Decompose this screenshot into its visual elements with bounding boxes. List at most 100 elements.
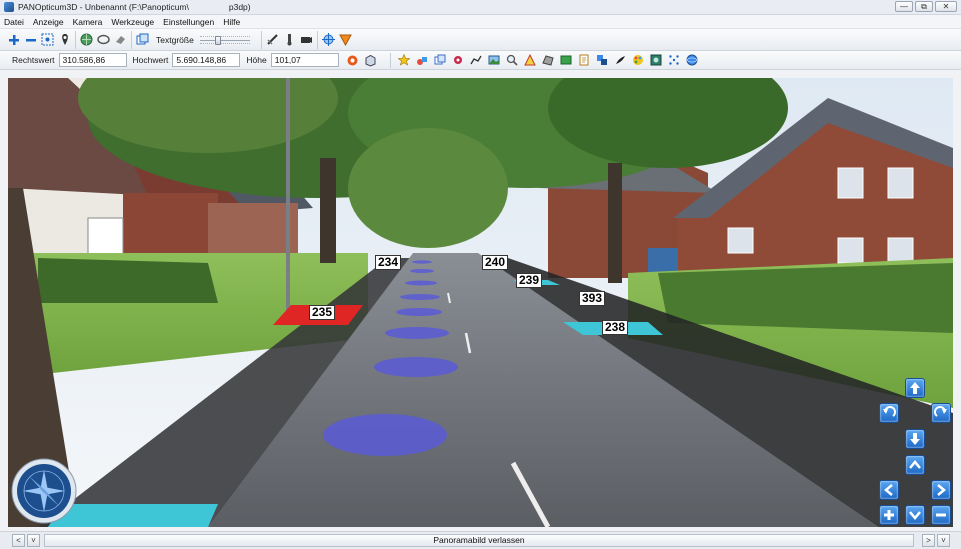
chevron-up-icon <box>909 460 921 469</box>
photo-icon[interactable] <box>649 53 664 68</box>
segment-label-238[interactable]: 238 <box>602 320 629 335</box>
hoehe-field[interactable] <box>270 53 339 67</box>
search-icon[interactable] <box>505 53 520 68</box>
area-icon[interactable] <box>541 53 556 68</box>
exit-panorama-button[interactable]: Panoramabild verlassen <box>44 534 914 547</box>
split-icon[interactable] <box>595 53 610 68</box>
slider-track <box>199 39 250 41</box>
toolbar-group-view <box>75 30 131 49</box>
close-button[interactable]: ✕ <box>935 1 957 12</box>
menu-hilfe[interactable]: Hilfe <box>223 17 240 27</box>
map-pin-icon[interactable] <box>57 32 72 47</box>
text-size-label: Textgröße <box>156 34 194 45</box>
tilt-up-button[interactable] <box>905 455 925 475</box>
chevron-right-icon <box>937 484 946 496</box>
prev-dropdown-button[interactable]: ˅ <box>27 534 40 547</box>
main-toolbar: Textgröße <box>0 29 961 51</box>
shapes-icon[interactable] <box>415 53 430 68</box>
arrow-up-icon <box>910 382 920 394</box>
box-3d-icon[interactable] <box>363 53 378 68</box>
toolbar-group-text: Textgröße <box>131 30 261 49</box>
menu-anzeige[interactable]: Anzeige <box>33 17 64 27</box>
segment-label-393[interactable]: 393 <box>579 291 606 306</box>
tilt-down-button[interactable] <box>905 505 925 525</box>
move-down-button[interactable] <box>905 429 925 449</box>
app-icon <box>4 2 14 12</box>
points-icon[interactable] <box>667 53 682 68</box>
measure-icon[interactable] <box>265 32 280 47</box>
slider-ticks-bottom <box>199 42 250 45</box>
sphere-icon[interactable] <box>685 53 700 68</box>
prev-image-button[interactable]: < <box>12 534 25 547</box>
chevron-down-icon <box>909 511 921 520</box>
toolbar-group-zoom <box>3 31 75 49</box>
toolbar-group-tools <box>260 30 317 49</box>
rechtswert-label: Rechtswert <box>12 55 55 65</box>
rotate-right-button[interactable] <box>931 403 951 423</box>
menu-bar: Datei Anzeige Kamera Werkzeuge Einstellu… <box>0 15 961 29</box>
hochwert-label: Hochwert <box>132 55 169 65</box>
star-icon[interactable] <box>397 53 412 68</box>
goto-target-icon[interactable] <box>345 53 360 68</box>
eraser-icon[interactable] <box>113 32 128 47</box>
document-icon[interactable] <box>577 53 592 68</box>
chevron-left-icon <box>884 484 893 496</box>
hoehe-label: Höhe <box>246 55 267 65</box>
pan-left-button[interactable] <box>879 480 899 500</box>
segment-label-235[interactable]: 235 <box>309 305 336 320</box>
rectangle-icon[interactable] <box>559 53 574 68</box>
rotate-left-button[interactable] <box>879 403 899 423</box>
zoom-out-button[interactable] <box>931 505 951 525</box>
arrow-down-icon <box>910 433 920 445</box>
pan-right-button[interactable] <box>931 480 951 500</box>
maximize-button[interactable]: ⧉ <box>915 1 933 12</box>
pointer-icon[interactable] <box>282 32 297 47</box>
menu-kamera[interactable]: Kamera <box>73 17 103 27</box>
next-image-button[interactable]: > <box>922 534 935 547</box>
menu-datei[interactable]: Datei <box>4 17 24 27</box>
slider-ticks-top <box>199 35 250 38</box>
menu-einstellungen[interactable]: Einstellungen <box>163 17 214 27</box>
minus-icon <box>936 513 946 517</box>
palette-icon[interactable] <box>631 53 646 68</box>
move-up-button[interactable] <box>905 378 925 398</box>
slider-thumb[interactable] <box>215 35 222 45</box>
brush-icon[interactable] <box>613 53 628 68</box>
status-bar: < ˅ Panoramabild verlassen > ˅ <box>0 531 961 549</box>
rotate-icon[interactable] <box>96 32 111 47</box>
copy-icon[interactable] <box>135 32 150 47</box>
window-title-app: PANOpticum3D - Unbenannt (F:\Panopticum\ <box>18 2 189 12</box>
globe-icon[interactable] <box>79 32 94 47</box>
image-icon[interactable] <box>487 53 502 68</box>
segment-label-234[interactable]: 234 <box>375 255 402 270</box>
zoom-out-icon[interactable] <box>23 32 38 47</box>
window-title-suffix: p3dp) <box>228 2 251 12</box>
panorama-viewport[interactable]: 234 240 239 235 393 238 <box>8 78 953 527</box>
segment-label-239[interactable]: 239 <box>516 273 543 288</box>
text-size-slider[interactable] <box>199 34 250 46</box>
zoom-in-icon[interactable] <box>6 32 21 47</box>
compass-widget[interactable] <box>11 458 77 524</box>
title-bar: PANOpticum3D - Unbenannt (F:\Panopticum\… <box>0 0 961 15</box>
window-title: PANOpticum3D - Unbenannt (F:\Panopticum\… <box>18 2 251 12</box>
polyline-icon[interactable] <box>469 53 484 68</box>
camera-icon[interactable] <box>299 32 314 47</box>
bug-icon[interactable] <box>451 53 466 68</box>
menu-werkzeuge[interactable]: Werkzeuge <box>111 17 154 27</box>
hochwert-field[interactable] <box>172 53 241 67</box>
rotate-left-icon <box>883 406 896 417</box>
target-icon[interactable] <box>321 32 336 47</box>
select-grid-icon[interactable] <box>40 32 55 47</box>
rechtswert-field[interactable] <box>58 53 127 67</box>
minimize-button[interactable]: — <box>895 1 913 12</box>
window-controls: — ⧉ ✕ <box>895 1 957 12</box>
next-dropdown-button[interactable]: ˅ <box>937 534 950 547</box>
segment-label-240[interactable]: 240 <box>482 255 509 270</box>
layers-icon[interactable] <box>433 53 448 68</box>
plus-icon <box>884 510 894 520</box>
coordinate-toolbar: Rechtswert Hochwert Höhe <box>0 51 961 70</box>
zoom-in-button[interactable] <box>879 505 899 525</box>
filter-icon[interactable] <box>338 32 353 47</box>
warning-icon[interactable] <box>523 53 538 68</box>
panorama-scene <box>8 78 953 527</box>
